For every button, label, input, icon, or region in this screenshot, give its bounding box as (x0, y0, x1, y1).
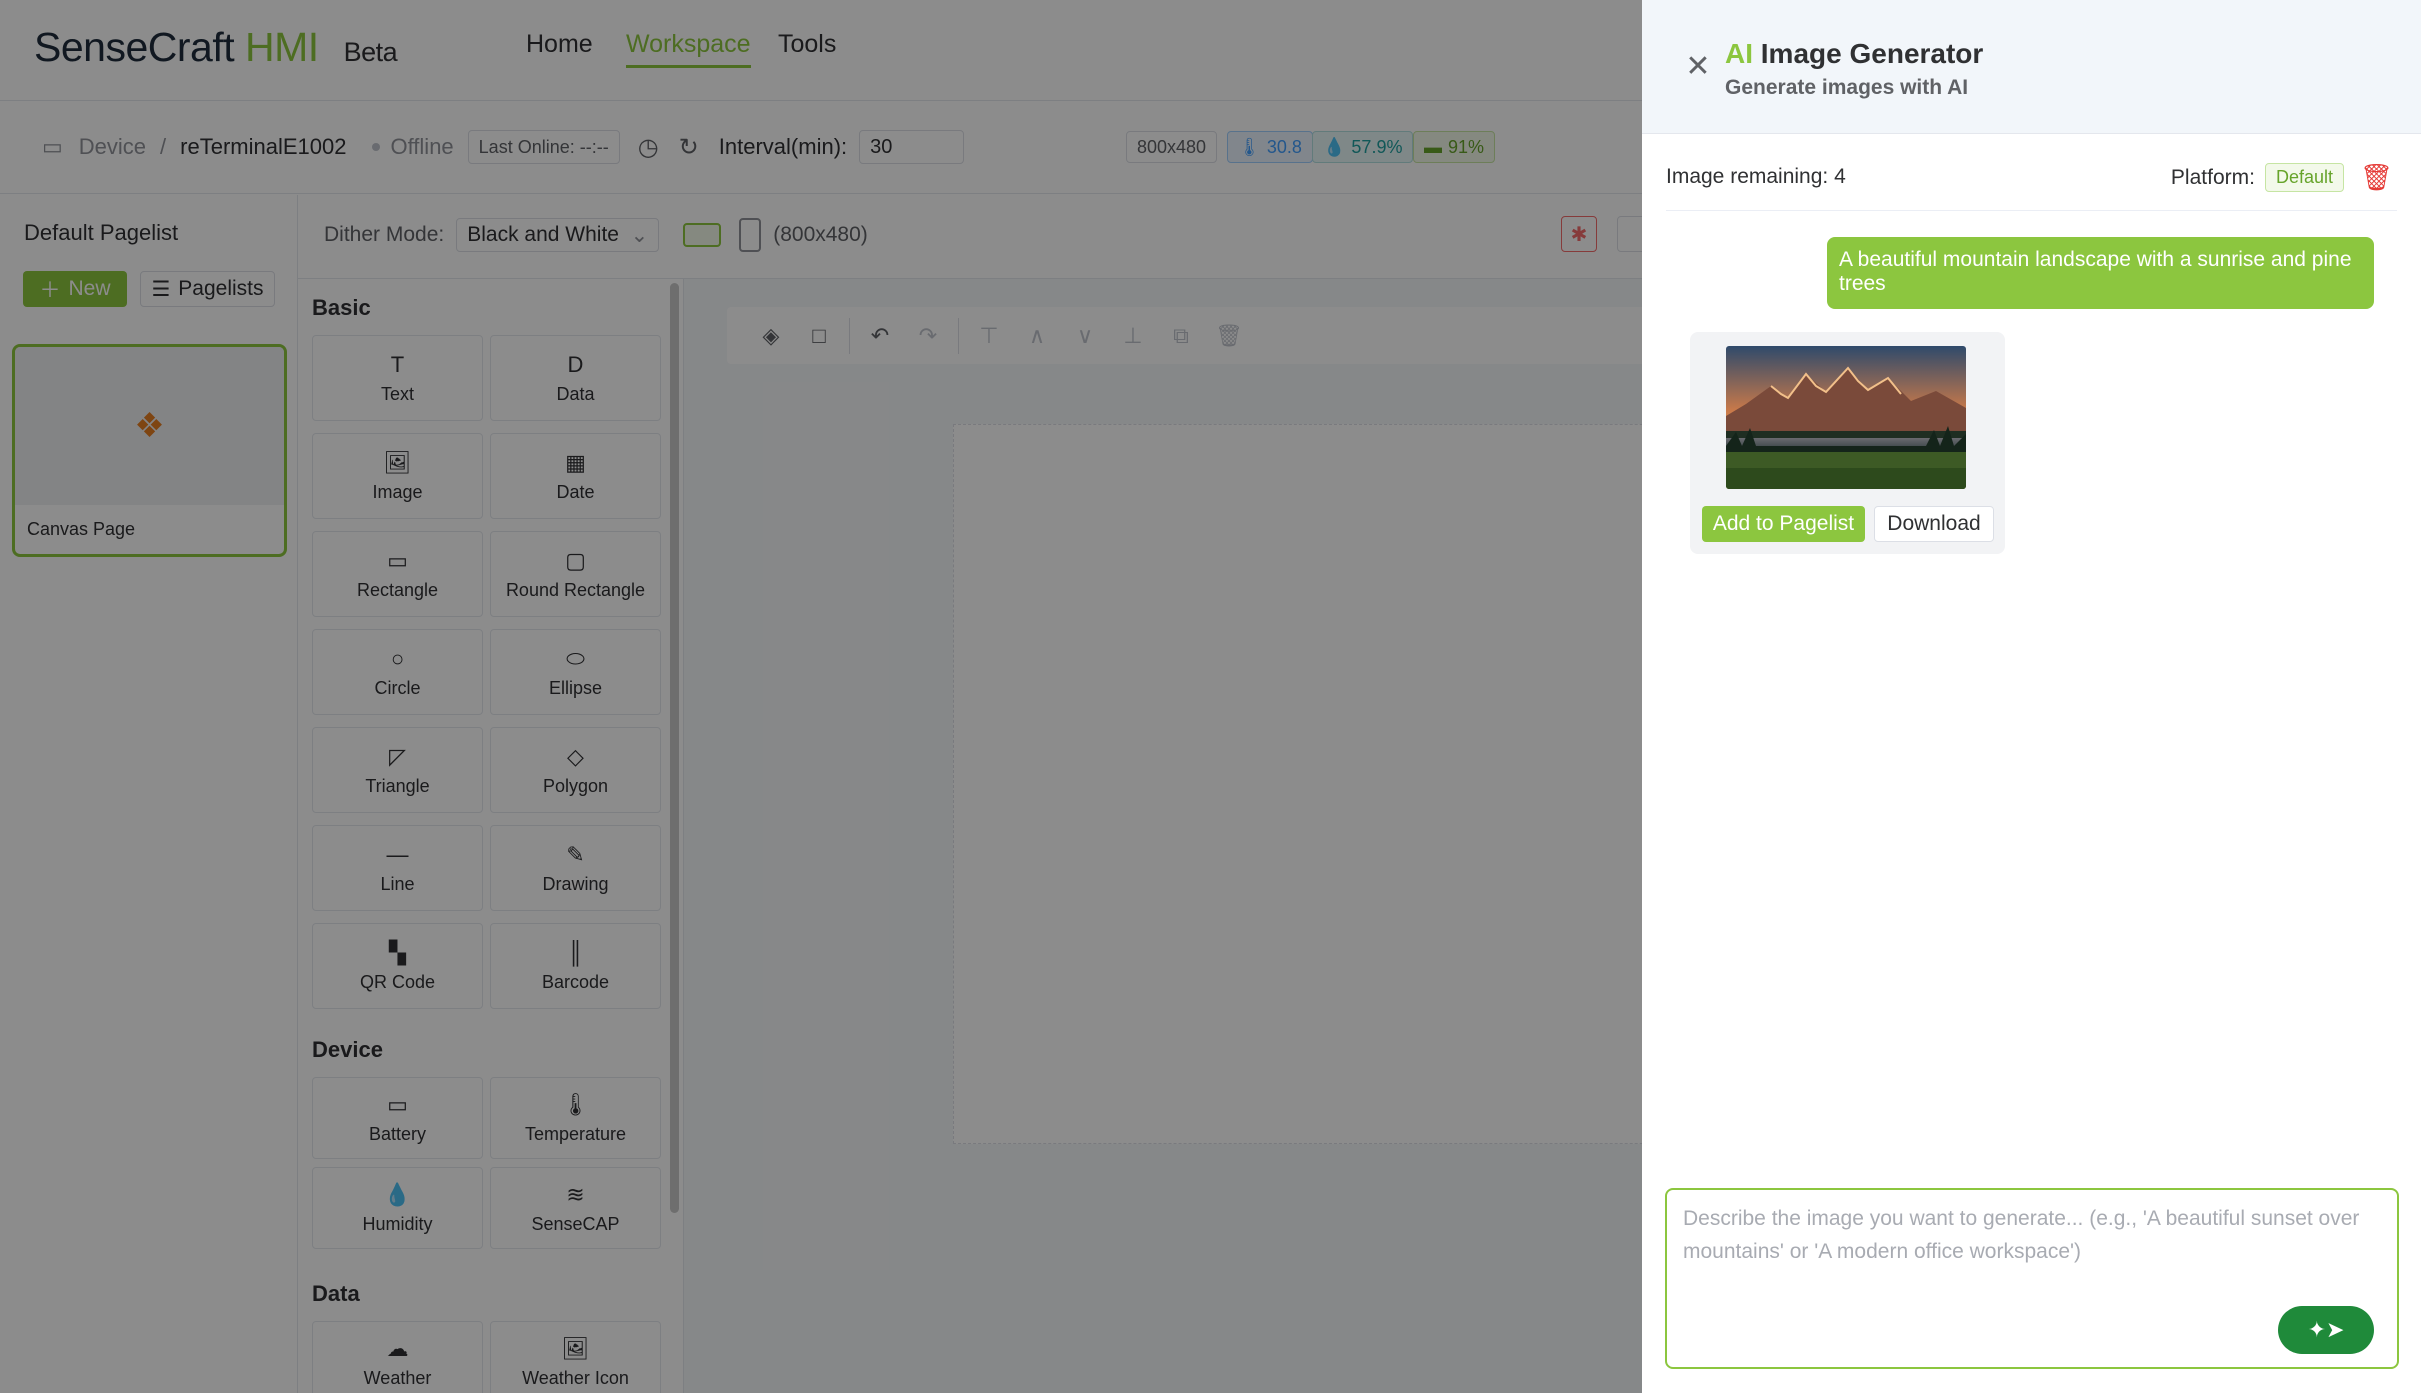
download-button[interactable]: Download (1874, 506, 1994, 542)
drawer-subtitle: Generate images with AI (1725, 76, 1969, 99)
platform-selector: Platform: Default (2171, 163, 2344, 192)
close-icon[interactable]: ✕ (1682, 50, 1714, 83)
add-to-pagelist-button[interactable]: Add to Pagelist (1702, 506, 1865, 542)
generated-image[interactable] (1726, 346, 1966, 489)
user-message-bubble: A beautiful mountain landscape with a su… (1827, 237, 2374, 309)
title-ai: AI (1725, 38, 1753, 69)
title-rest: Image Generator (1760, 38, 1984, 69)
generate-send-button[interactable]: ✦➤ (2278, 1306, 2374, 1354)
drawer-divider (1666, 210, 2397, 211)
platform-label: Platform: (2170, 165, 2255, 189)
mountain-landscape-image (1726, 346, 1966, 489)
magic-send-icon: ✦➤ (2307, 1317, 2345, 1342)
ai-image-generator-drawer: ✕ AI Image Generator Generate images wit… (1642, 0, 2421, 1393)
platform-tag[interactable]: Default (2264, 163, 2344, 192)
drawer-title: AI Image Generator (1725, 38, 1983, 70)
generated-image-card: Add to Pagelist Download (1690, 332, 2005, 554)
images-remaining: Image remaining: 4 (1666, 165, 1846, 188)
modal-overlay[interactable] (0, 0, 1642, 1393)
trash-icon[interactable]: 🗑 (2360, 162, 2393, 193)
